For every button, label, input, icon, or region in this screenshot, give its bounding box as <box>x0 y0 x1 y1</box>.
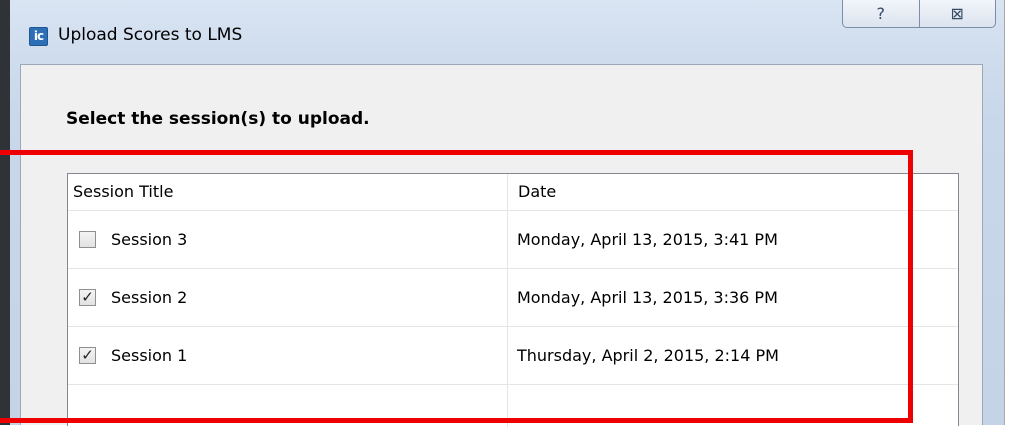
app-logo-icon: ic <box>29 27 48 46</box>
background-app-right-edge <box>1004 0 1013 425</box>
upload-scores-dialog: ic Upload Scores to LMS ? ⊠ Select the s… <box>10 0 1004 427</box>
dialog-body: Select the session(s) to upload. Session… <box>20 64 983 427</box>
help-button[interactable]: ? <box>843 0 919 27</box>
column-header-date[interactable]: Date <box>518 174 556 210</box>
session-table[interactable]: Session Title Date Session 3 Monday, Apr… <box>67 173 959 427</box>
session-title: Session 3 <box>111 230 188 249</box>
table-header: Session Title Date <box>68 174 958 211</box>
column-header-session-title[interactable]: Session Title <box>73 174 173 210</box>
title-bar[interactable]: ic Upload Scores to LMS ? ⊠ <box>10 0 1004 64</box>
table-row[interactable]: ✓ Session 1 Thursday, April 2, 2015, 2:1… <box>68 327 958 385</box>
instruction-text: Select the session(s) to upload. <box>66 109 370 129</box>
session-title: Session 2 <box>111 288 188 307</box>
close-button[interactable]: ⊠ <box>918 0 996 27</box>
window-title: Upload Scores to LMS <box>58 25 243 45</box>
table-row[interactable]: ✓ Session 2 Monday, April 13, 2015, 3:36… <box>68 269 958 327</box>
session-checkbox[interactable] <box>79 231 96 248</box>
caption-buttons: ? ⊠ <box>842 0 996 28</box>
table-row[interactable]: Session 3 Monday, April 13, 2015, 3:41 P… <box>68 211 958 269</box>
session-title: Session 1 <box>111 346 188 365</box>
session-date: Thursday, April 2, 2015, 2:14 PM <box>517 346 779 365</box>
close-icon: ⊠ <box>950 4 964 23</box>
session-date: Monday, April 13, 2015, 3:36 PM <box>517 288 778 307</box>
session-checkbox[interactable]: ✓ <box>79 347 96 364</box>
session-checkbox[interactable]: ✓ <box>79 289 96 306</box>
session-date: Monday, April 13, 2015, 3:41 PM <box>517 230 778 249</box>
help-icon: ? <box>876 4 886 23</box>
